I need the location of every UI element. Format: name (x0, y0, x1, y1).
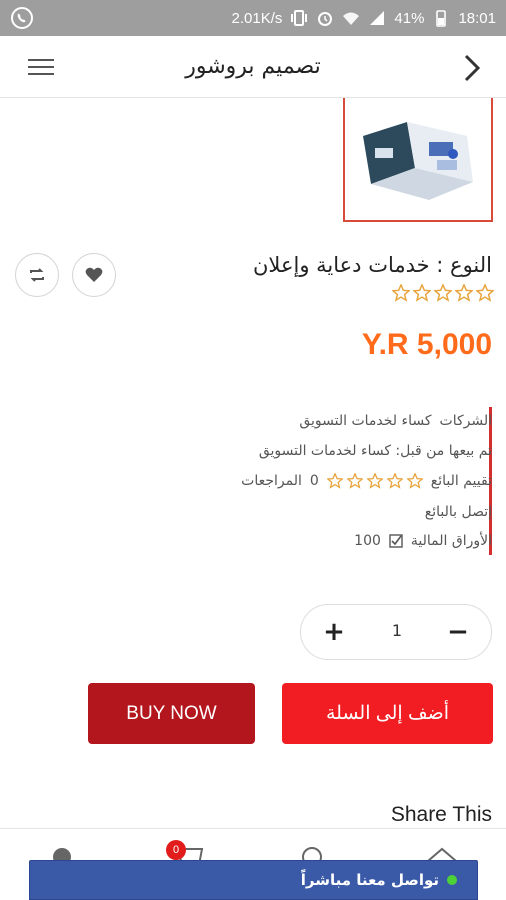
star-icon (392, 284, 410, 302)
contact-seller-link[interactable]: إتصل بالبائع (425, 504, 492, 520)
seller-rating-stars (326, 473, 423, 489)
add-to-cart-button[interactable]: أضف إلى السلة (282, 683, 493, 744)
product-price: Y.R 5,000 (361, 328, 492, 361)
battery-icon (436, 10, 447, 27)
alarm-icon (318, 12, 333, 26)
star-icon (476, 284, 494, 302)
star-icon (386, 473, 403, 489)
sold-by-text: تم بيعها من قبل: كساء لخدمات التسويق (258, 443, 492, 459)
increase-quantity-button[interactable]: + (319, 617, 349, 647)
stock-label: الأوراق المالية (410, 533, 492, 549)
company-name[interactable]: كساء لخدمات التسويق (299, 413, 431, 429)
clock: 18:01 (458, 9, 496, 27)
star-icon (326, 473, 343, 489)
star-icon (413, 284, 431, 302)
product-rating (392, 284, 494, 302)
page-title: تصميم بروشور (185, 54, 321, 79)
cart-badge: 0 (166, 840, 186, 860)
network-speed: 2.01K/s (231, 9, 283, 27)
wifi-icon (343, 12, 360, 25)
repeat-icon (30, 268, 44, 282)
star-icon (455, 284, 473, 302)
stock-value: 100 (354, 533, 381, 549)
star-icon (406, 473, 423, 489)
brochure-image (345, 98, 491, 220)
star-icon (434, 284, 452, 302)
product-image[interactable] (343, 98, 493, 222)
stock-row: الأوراق المالية 100 (354, 533, 492, 549)
star-icon (366, 473, 383, 489)
reviews-count: 0 (309, 473, 319, 489)
contact-seller-row: إتصل بالبائع (425, 504, 492, 520)
live-chat-label: تواصل معنا مباشراً (300, 871, 439, 889)
company-label: الشركات (439, 413, 492, 429)
quantity-stepper: + 1 − (300, 604, 492, 660)
buy-now-button[interactable]: BUY NOW (88, 683, 255, 744)
wishlist-button[interactable] (72, 253, 116, 297)
status-bar: 2.01K/s 41% 18:01 (0, 0, 506, 36)
star-icon (346, 473, 363, 489)
reviews-label[interactable]: المراجعات (241, 473, 302, 489)
whatsapp-icon (11, 7, 33, 29)
battery-percent: 41% (394, 9, 425, 27)
vibrate-icon (291, 10, 308, 26)
decrease-quantity-button[interactable]: − (443, 617, 473, 647)
heart-icon (85, 267, 103, 282)
quantity-value[interactable]: 1 (381, 621, 413, 640)
product-type: النوع : خدمات دعاية وإعلان (253, 253, 492, 277)
checkbox-icon (389, 534, 403, 548)
chevron-right-icon[interactable] (458, 52, 486, 84)
sold-by-row: تم بيعها من قبل: كساء لخدمات التسويق (259, 443, 492, 459)
seller-company-row: الشركات كساء لخدمات التسويق (299, 413, 492, 429)
app-bar: تصميم بروشور (0, 36, 506, 98)
seller-rating-label: تقييم البائع (430, 473, 492, 489)
signal-icon (370, 11, 385, 25)
compare-button[interactable] (15, 253, 59, 297)
seller-rating-row: تقييم البائع 0 المراجعات (241, 473, 492, 489)
live-chat-bar[interactable]: تواصل معنا مباشراً (29, 860, 478, 900)
share-title: Share This (390, 803, 492, 826)
online-status-icon (447, 875, 457, 885)
